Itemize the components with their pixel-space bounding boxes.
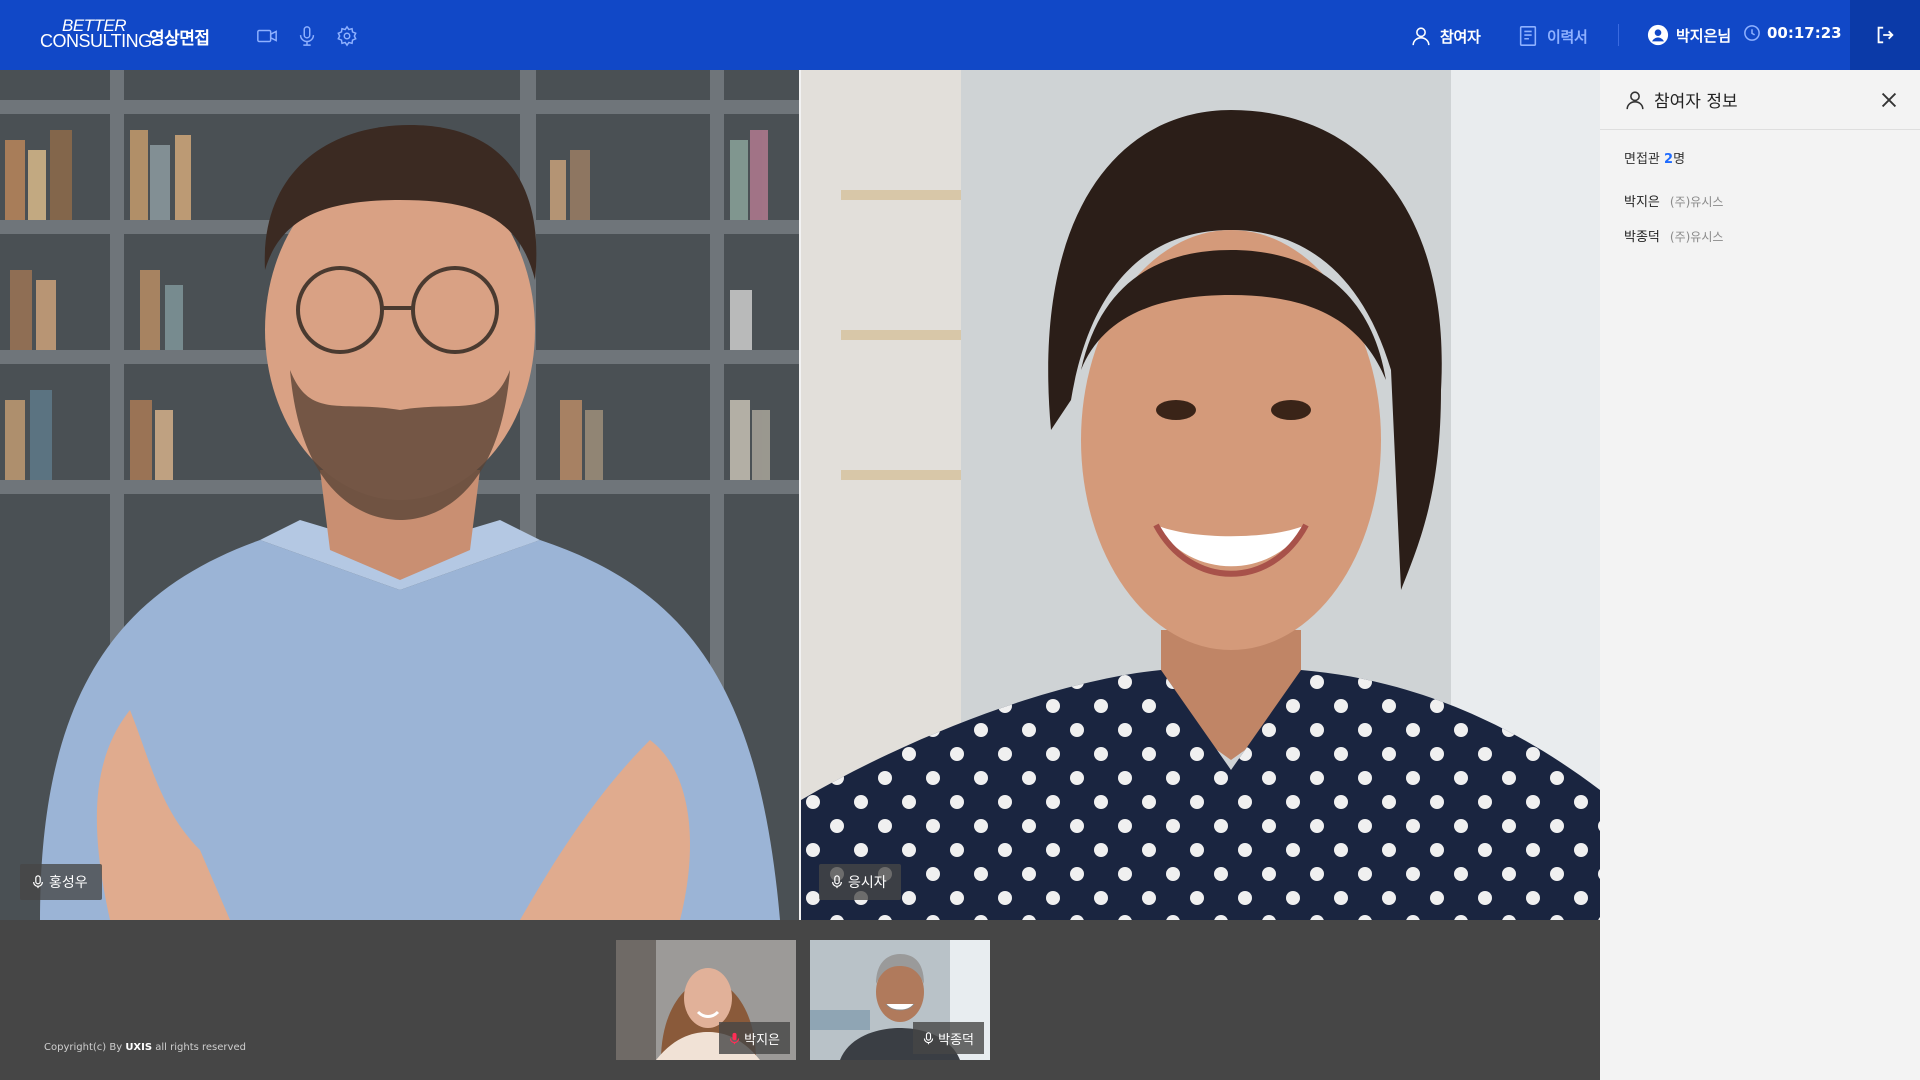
- app-title: 영상면접: [149, 29, 210, 49]
- brand-logo: BETTER CONSULTING: [40, 17, 152, 51]
- thumbnail-participant[interactable]: 박지은: [616, 940, 796, 1060]
- timer-value: 00:17:23: [1767, 24, 1842, 42]
- participant-name-tag: 응시자: [819, 864, 901, 900]
- participant-name: 홍성우: [49, 875, 88, 891]
- participants-label: 참여자: [1440, 27, 1481, 46]
- interviewer-count: 면접관 2명: [1624, 148, 1896, 167]
- thumbnail-strip: 박지은 박종덕 Copyright(c) By UXIS all rights …: [0, 920, 1600, 1080]
- person-icon: [1412, 27, 1430, 46]
- document-icon: [1519, 26, 1537, 46]
- logo-line2: CONSULTING: [40, 31, 152, 51]
- settings-icon[interactable]: [336, 25, 358, 47]
- session-timer: 00:17:23: [1743, 24, 1842, 42]
- member-name: 박지은: [1624, 195, 1660, 210]
- count-unit: 명: [1673, 152, 1686, 167]
- copyright-brand: UXIS: [125, 1042, 153, 1053]
- panel-body: 면접관 2명 박지은 (주)유시스 박종덕 (주)유시스: [1600, 130, 1920, 279]
- count-label: 면접관: [1624, 152, 1665, 167]
- participant-video: [801, 70, 1600, 920]
- mic-icon: [832, 875, 842, 889]
- mic-active-icon: [729, 1032, 740, 1044]
- participant-name: 박지은: [744, 1032, 780, 1048]
- logout-icon: [1877, 26, 1894, 44]
- resume-label: 이력서: [1547, 27, 1588, 46]
- mic-icon: [923, 1031, 934, 1044]
- current-user: 박지은님: [1647, 24, 1731, 46]
- video-tile-candidate: 응시자: [801, 70, 1600, 920]
- thumbnail-participant[interactable]: 박종덕: [810, 940, 990, 1060]
- participant-info-panel: 참여자 정보 면접관 2명 박지은 (주)유시스 박종덕 (주)유시스: [1600, 70, 1920, 1080]
- member-company: (주)유시스: [1669, 195, 1724, 209]
- camera-icon[interactable]: [256, 25, 278, 47]
- copyright-text: Copyright(c) By UXIS all rights reserved: [44, 1042, 246, 1053]
- copyright-prefix: Copyright(c) By: [44, 1042, 126, 1053]
- member-item: 박지은 (주)유시스: [1624, 191, 1896, 210]
- divider: [1618, 24, 1619, 46]
- user-name: 박지은님: [1676, 26, 1732, 45]
- user-avatar-icon: [1647, 24, 1669, 46]
- exit-button[interactable]: [1850, 0, 1920, 70]
- participant-video: [0, 70, 799, 920]
- top-bar: BETTER CONSULTING 영상면접 참여자 이력서 박지은님 00:1…: [0, 0, 1920, 70]
- member-item: 박종덕 (주)유시스: [1624, 226, 1896, 245]
- participants-button[interactable]: 참여자: [1410, 24, 1481, 48]
- person-icon: [1626, 90, 1644, 109]
- participant-name: 응시자: [848, 875, 887, 891]
- copyright-suffix: all rights reserved: [152, 1042, 246, 1053]
- participant-name-tag: 박지은: [719, 1022, 790, 1054]
- video-tile-interviewer: 홍성우: [0, 70, 799, 920]
- mic-icon: [33, 875, 43, 889]
- mic-icon[interactable]: [296, 25, 318, 47]
- panel-title: 참여자 정보: [1654, 92, 1738, 112]
- resume-button[interactable]: 이력서: [1517, 24, 1588, 48]
- participant-name-tag: 박종덕: [913, 1022, 984, 1054]
- participant-name-tag: 홍성우: [20, 864, 102, 900]
- participant-name: 박종덕: [938, 1032, 974, 1048]
- close-icon[interactable]: [1878, 89, 1900, 111]
- count-value: 2: [1664, 152, 1674, 167]
- clock-icon: [1744, 25, 1760, 41]
- member-company: (주)유시스: [1669, 230, 1724, 244]
- member-name: 박종덕: [1624, 230, 1660, 245]
- panel-header: 참여자 정보: [1600, 70, 1920, 130]
